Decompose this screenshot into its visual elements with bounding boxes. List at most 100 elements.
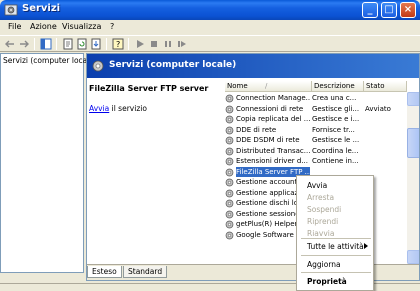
services-gear-icon (92, 60, 104, 72)
column-header-name[interactable]: Nome / (225, 81, 312, 92)
context-menu: Avvia Arresta Sospendi Riprendi Riavvia … (296, 175, 374, 291)
column-label-status: Stato (366, 82, 385, 90)
menu-item-sospendi: Sospendi (307, 205, 342, 214)
menu-item-riavvia: Riavvia (307, 229, 335, 238)
service-name-cell: Copia replicata del ... (236, 115, 310, 123)
service-name-cell: DDE DSDM di rete (236, 136, 300, 144)
table-row[interactable]: DDE di rete Fornisce tr... (225, 125, 407, 136)
service-description-cell: Fornisce tr... (312, 125, 355, 134)
service-name-cell: Distributed Transac... (236, 146, 310, 155)
close-button[interactable]: × (400, 2, 416, 18)
service-description-cell: Coordina le... (312, 146, 359, 155)
maximize-button[interactable]: □ (381, 2, 397, 18)
menu-item-tutte-le-attivita[interactable]: Tutte le attività (307, 242, 364, 251)
service-gear-icon (225, 105, 234, 114)
pause-service-icon[interactable] (162, 38, 174, 50)
table-row[interactable]: DDE DSDM di rete Gestisce le ... (225, 135, 407, 146)
menu-separator (301, 255, 371, 256)
service-gear-icon (225, 231, 234, 240)
service-gear-icon (225, 189, 234, 198)
menu-visualizza[interactable]: Visualizza (62, 22, 101, 31)
restart-service-icon[interactable] (176, 38, 188, 50)
scroll-up-button[interactable] (407, 92, 419, 106)
menu-bar: File Azione Visualizza ? (0, 20, 420, 35)
table-row[interactable]: Estensioni driver d... Contiene in... (225, 156, 407, 167)
column-label-name: Nome (227, 82, 248, 90)
window-title: Servizi (22, 3, 61, 14)
service-gear-icon (225, 199, 234, 208)
service-gear-icon (225, 210, 234, 219)
service-description-cell: Gestisce gli... (312, 104, 360, 113)
vertical-scrollbar[interactable] (407, 92, 419, 264)
menu-separator (301, 238, 371, 239)
service-gear-icon (225, 157, 234, 166)
service-status-cell: Avviato (365, 104, 391, 113)
table-row[interactable]: Copia replicata del ... Gestisce e i... (225, 114, 407, 125)
service-name-cell: Estensioni driver d... (236, 157, 308, 165)
menu-help[interactable]: ? (110, 22, 114, 31)
tab-standard[interactable]: Standard (123, 266, 168, 278)
help-icon[interactable]: ? (112, 38, 124, 50)
start-service-link[interactable]: Avvia (89, 104, 109, 113)
toolbar-separator (34, 38, 35, 50)
menu-item-arresta: Arresta (307, 193, 335, 202)
service-gear-icon (225, 168, 234, 177)
service-description-cell: Gestisce e i... (312, 115, 360, 123)
selected-service-name: FileZilla Server FTP server (89, 84, 209, 93)
column-label-description: Descrizione (314, 82, 355, 90)
title-bar[interactable]: Servizi _ □ × (0, 0, 420, 20)
table-row[interactable]: Connessioni di rete Gestisce gli... Avviat… (225, 104, 407, 115)
sort-indicator: / (265, 82, 268, 90)
back-icon[interactable] (4, 38, 16, 50)
column-header-status[interactable]: Stato (364, 81, 407, 92)
banner-title: Servizi (computer locale) (109, 60, 237, 70)
console-tree: Servizi (computer locale) (0, 53, 97, 273)
toolbar-separator (106, 38, 107, 50)
service-description-cell: Crea una c... (312, 94, 357, 102)
tab-esteso[interactable]: Esteso (87, 266, 122, 278)
service-description-cell: Contiene in... (312, 157, 359, 165)
start-service-icon[interactable] (134, 38, 146, 50)
menu-item-riprendi: Riprendi (307, 217, 339, 226)
menu-file[interactable]: File (8, 22, 21, 31)
submenu-arrow-icon (364, 243, 368, 249)
service-gear-icon (225, 126, 234, 135)
tree-item-services-local[interactable]: Servizi (computer locale) (3, 56, 97, 65)
service-description-panel: FileZilla Server FTP server Avvia il ser… (87, 78, 224, 264)
table-row[interactable]: Distributed Transac... Coordina le... (225, 146, 407, 157)
services-gear-icon (4, 4, 18, 16)
menu-item-aggiorna[interactable]: Aggiorna (307, 260, 341, 269)
menu-separator (301, 272, 371, 273)
service-gear-icon (225, 220, 234, 229)
service-gear-icon (225, 94, 234, 103)
list-header: Nome / Descrizione Stato (225, 81, 419, 92)
column-header-description[interactable]: Descrizione (312, 81, 364, 92)
table-row[interactable]: Connection Manage... Crea una c... (225, 93, 407, 104)
service-name-cell: Connection Manage... (236, 94, 310, 102)
refresh-icon[interactable] (76, 38, 88, 50)
export-list-icon[interactable] (90, 38, 102, 50)
properties-icon[interactable] (62, 38, 74, 50)
start-service-suffix: il servizio (109, 104, 147, 113)
services-banner: Servizi (computer locale) (87, 54, 419, 78)
menu-item-proprieta[interactable]: Proprietà (307, 277, 347, 286)
toolbar: ? (0, 35, 420, 52)
stop-service-icon[interactable] (148, 38, 160, 50)
service-gear-icon (225, 136, 234, 145)
service-name-cell: Connessioni di rete (236, 104, 304, 113)
scroll-thumb[interactable] (407, 128, 419, 158)
menu-azione[interactable]: Azione (30, 22, 57, 31)
svg-text:?: ? (116, 40, 120, 49)
service-name-cell: DDE di rete (236, 125, 277, 134)
service-gear-icon (225, 178, 234, 187)
scroll-down-button[interactable] (407, 250, 419, 264)
toolbar-separator (128, 38, 129, 50)
toolbar-separator (56, 38, 57, 50)
menu-item-avvia[interactable]: Avvia (307, 181, 327, 190)
start-service-line: Avvia il servizio (89, 104, 147, 113)
show-hide-tree-icon[interactable] (40, 38, 52, 50)
minimize-button[interactable]: _ (362, 2, 378, 18)
service-description-cell: Gestisce le ... (312, 136, 360, 144)
service-gear-icon (225, 147, 234, 156)
forward-icon[interactable] (18, 38, 30, 50)
